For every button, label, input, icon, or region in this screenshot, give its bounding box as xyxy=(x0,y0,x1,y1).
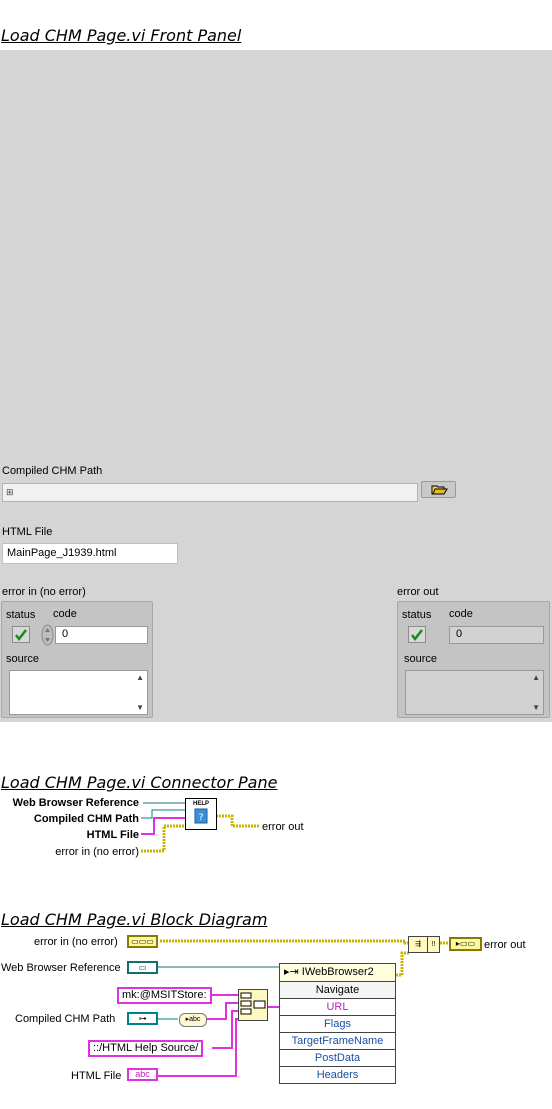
error-out-code-label: code xyxy=(449,608,473,620)
error-out-source-label: source xyxy=(404,653,438,665)
invoke-class-header: ▸⇥ IWebBrowser2 xyxy=(280,964,395,981)
conn-html-file: HTML File xyxy=(86,829,139,841)
error-in-source-label: source xyxy=(6,653,40,665)
error-out-code-field: 0 xyxy=(449,626,544,644)
bd-error-in-terminal[interactable]: ▭▭▭ xyxy=(127,935,158,948)
scroll-down-icon[interactable]: ▼ xyxy=(532,703,540,712)
scroll-down-icon[interactable]: ▼ xyxy=(136,703,144,712)
invoke-class-name: IWebBrowser2 xyxy=(301,966,374,978)
invoke-method-name: Navigate xyxy=(280,981,395,998)
bd-compiled-chm-path-label: Compiled CHM Path xyxy=(15,1013,116,1025)
checkmark-icon xyxy=(411,629,423,642)
error-in-cluster: status code 0 source ▲ ▼ xyxy=(1,601,153,718)
scroll-up-icon[interactable]: ▲ xyxy=(532,673,540,682)
vi-icon: HELP ? xyxy=(185,798,217,830)
svg-text:?: ? xyxy=(199,813,204,823)
compiled-chm-path-label: Compiled CHM Path xyxy=(2,465,103,477)
bd-web-browser-ref-label: Web Browser Reference xyxy=(1,962,121,974)
invoke-param-headers[interactable]: Headers xyxy=(280,1066,395,1083)
error-in-code-label: code xyxy=(53,608,77,620)
path-type-icon: ⊞ xyxy=(6,487,14,497)
error-in-code-value: 0 xyxy=(62,628,69,640)
code-increment-decrement[interactable] xyxy=(41,624,54,646)
error-out-source-field: ▲ ▼ xyxy=(405,670,544,715)
error-out-status-indicator xyxy=(408,626,426,643)
ref-arrow-icon: ▸⇥ xyxy=(284,966,302,978)
const-html-help-source[interactable]: ::/HTML Help Source/ xyxy=(88,1040,204,1057)
spinner-arrows-icon xyxy=(41,624,54,646)
error-out-cluster: status code 0 source ▲ ▼ xyxy=(397,601,550,718)
error-in-code-field[interactable]: 0 xyxy=(55,626,148,644)
error-in-source-field[interactable]: ▲ ▼ xyxy=(9,670,148,715)
invoke-param-targetframename[interactable]: TargetFrameName xyxy=(280,1032,395,1049)
checkmark-icon xyxy=(15,629,27,642)
folder-open-icon xyxy=(431,485,448,495)
browse-button[interactable] xyxy=(421,481,456,498)
bd-web-browser-ref-terminal[interactable]: ▭ xyxy=(127,961,158,974)
error-in-status-label: status xyxy=(6,609,36,621)
invoke-param-url[interactable]: URL xyxy=(280,998,395,1015)
conn-compiled-chm-path: Compiled CHM Path xyxy=(33,813,139,825)
bd-error-in-label: error in (no error) xyxy=(34,936,118,948)
path-to-string-function[interactable]: ▸abc xyxy=(179,1013,207,1027)
concatenate-icon xyxy=(240,992,266,1015)
conn-error-in: error in (no error) xyxy=(55,846,139,858)
compiled-chm-path-field[interactable]: ⊞ xyxy=(2,483,418,502)
help-document-icon: ? xyxy=(194,808,208,824)
invoke-param-flags[interactable]: Flags xyxy=(280,1015,395,1032)
error-in-status-checkbox[interactable] xyxy=(12,626,30,643)
const-mk-msitstore[interactable]: mk:@MSITStore: xyxy=(117,987,212,1004)
conn-error-out: error out xyxy=(262,821,304,833)
html-file-label: HTML File xyxy=(2,526,53,538)
error-cluster-bundle[interactable]: !! xyxy=(427,936,440,953)
bd-html-file-terminal[interactable]: abc xyxy=(127,1068,158,1081)
bd-error-out-label: error out xyxy=(484,939,526,951)
front-panel-heading: Load CHM Page.vi Front Panel xyxy=(1,26,242,45)
error-in-label: error in (no error) xyxy=(2,586,86,598)
scroll-up-icon[interactable]: ▲ xyxy=(136,673,144,682)
error-out-label: error out xyxy=(397,586,439,598)
bd-html-file-label: HTML File xyxy=(71,1070,122,1082)
invoke-node-navigate[interactable]: ▸⇥ IWebBrowser2 Navigate URL Flags Targe… xyxy=(279,963,396,1084)
invoke-param-postdata[interactable]: PostData xyxy=(280,1049,395,1066)
bd-error-out-terminal[interactable]: ▸▭▭ xyxy=(449,937,482,951)
error-out-code-value: 0 xyxy=(456,628,463,640)
html-file-field[interactable]: MainPage_J1939.html xyxy=(2,543,178,564)
concatenate-strings-function[interactable] xyxy=(238,989,268,1021)
bd-compiled-chm-path-terminal[interactable]: ⊶ xyxy=(127,1012,158,1025)
merge-errors-function[interactable]: ⇶ xyxy=(408,936,428,953)
error-out-status-label: status xyxy=(402,609,432,621)
conn-web-browser-reference: Web Browser Reference xyxy=(12,797,139,809)
